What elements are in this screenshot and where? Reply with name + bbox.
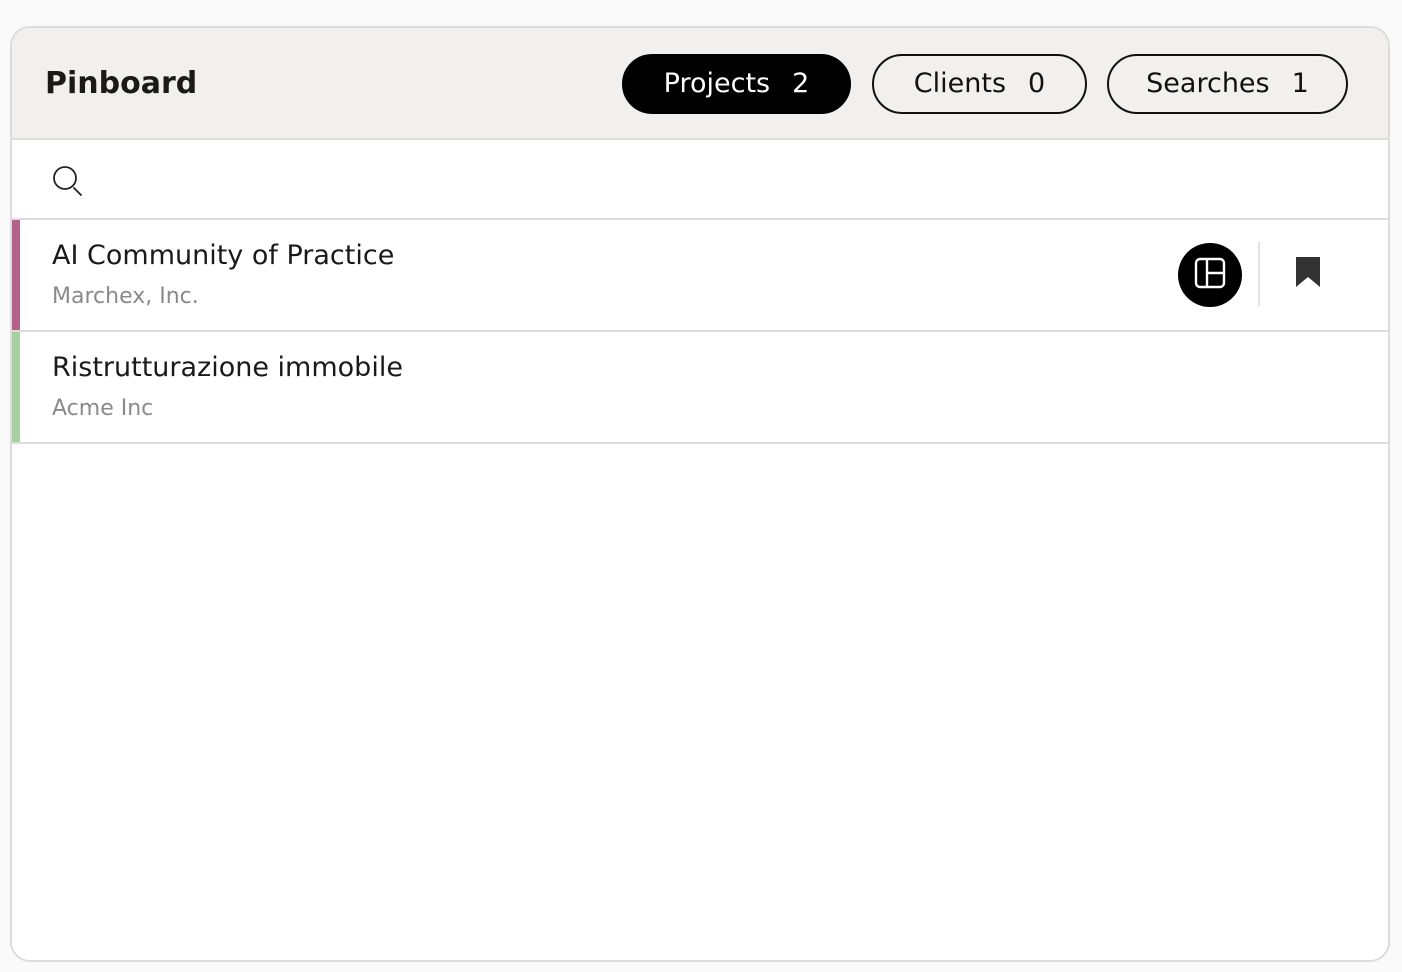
tab-projects-label: Projects xyxy=(663,68,771,99)
project-row[interactable]: Ristrutturazione immobile Acme Inc xyxy=(12,332,1388,444)
project-client: Acme Inc xyxy=(52,396,154,421)
project-name: Ristrutturazione immobile xyxy=(52,352,403,383)
tab-searches-label: Searches xyxy=(1146,68,1270,99)
pinboard-header: Pinboard Projects 2 Clients 0 Searches 1 xyxy=(12,28,1388,140)
bookmark-button[interactable] xyxy=(1290,254,1326,294)
tab-clients-count: 0 xyxy=(1028,68,1046,99)
pinboard-panel: Pinboard Projects 2 Clients 0 Searches 1… xyxy=(10,26,1390,962)
layout-button[interactable] xyxy=(1178,243,1242,307)
tab-clients-label: Clients xyxy=(913,68,1007,99)
project-row[interactable]: AI Community of Practice Marchex, Inc. xyxy=(12,220,1388,332)
search-bar xyxy=(12,140,1388,220)
tab-projects[interactable]: Projects 2 xyxy=(622,54,851,114)
search-input[interactable] xyxy=(102,158,1342,202)
bookmark-icon xyxy=(1294,255,1322,293)
tab-clients[interactable]: Clients 0 xyxy=(872,54,1087,114)
project-color-stripe xyxy=(12,220,20,330)
tab-projects-count: 2 xyxy=(792,68,810,99)
project-color-stripe xyxy=(12,332,20,442)
tab-searches[interactable]: Searches 1 xyxy=(1107,54,1348,114)
action-divider xyxy=(1258,242,1260,306)
search-icon xyxy=(50,164,86,200)
page-title: Pinboard xyxy=(45,66,198,101)
tab-searches-count: 1 xyxy=(1291,68,1309,99)
project-client: Marchex, Inc. xyxy=(52,284,199,309)
layout-icon xyxy=(1193,256,1227,294)
project-name: AI Community of Practice xyxy=(52,240,395,271)
